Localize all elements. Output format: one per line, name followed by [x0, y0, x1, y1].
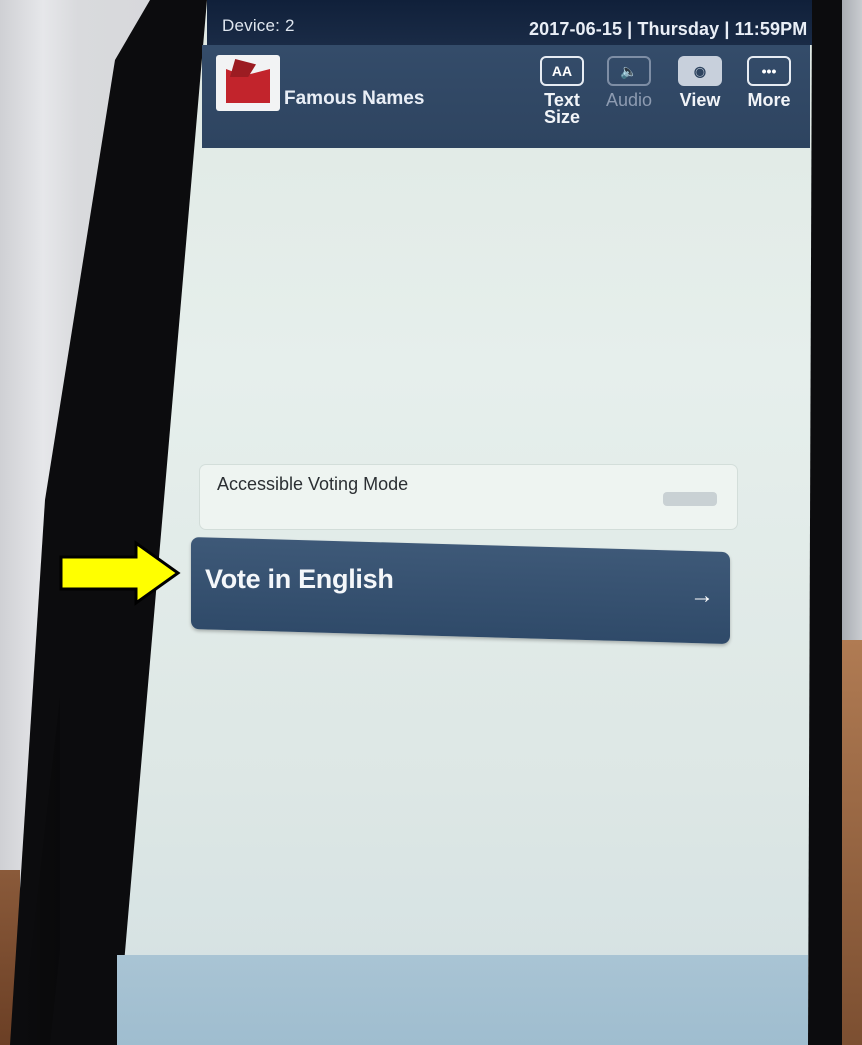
more-label: More	[747, 90, 791, 110]
accessible-voting-mode-label: Accessible Voting Mode	[217, 474, 409, 494]
footer-bar	[117, 955, 808, 1045]
audio-label: Audio	[605, 90, 653, 110]
more-button[interactable]: ••• More	[737, 56, 801, 109]
text-size-icon: AA	[540, 56, 584, 86]
ballot-box-logo-icon	[216, 55, 280, 111]
vote-in-english-label: Vote in English	[205, 564, 394, 594]
yellow-pointer-arrow-icon	[59, 540, 181, 606]
text-size-button[interactable]: AA Text Size	[530, 56, 594, 126]
view-button[interactable]: ◉ View	[668, 56, 732, 109]
datetime-label: 2017-06-15 | Thursday | 11:59PM	[529, 19, 808, 39]
text-size-label: Text Size	[543, 90, 581, 127]
eye-icon: ◉	[678, 56, 722, 86]
pointer-arrow-shape	[59, 540, 181, 606]
view-label: View	[679, 90, 721, 110]
speaker-icon: 🔈	[607, 56, 651, 86]
audio-button[interactable]: 🔈 Audio	[597, 56, 661, 109]
accessible-voting-mode-toggle[interactable]	[663, 492, 717, 506]
more-icon: •••	[747, 56, 791, 86]
app-name: Famous Names	[284, 88, 425, 109]
arrow-right-icon: →	[690, 582, 714, 609]
device-label: Device: 2	[222, 16, 295, 35]
